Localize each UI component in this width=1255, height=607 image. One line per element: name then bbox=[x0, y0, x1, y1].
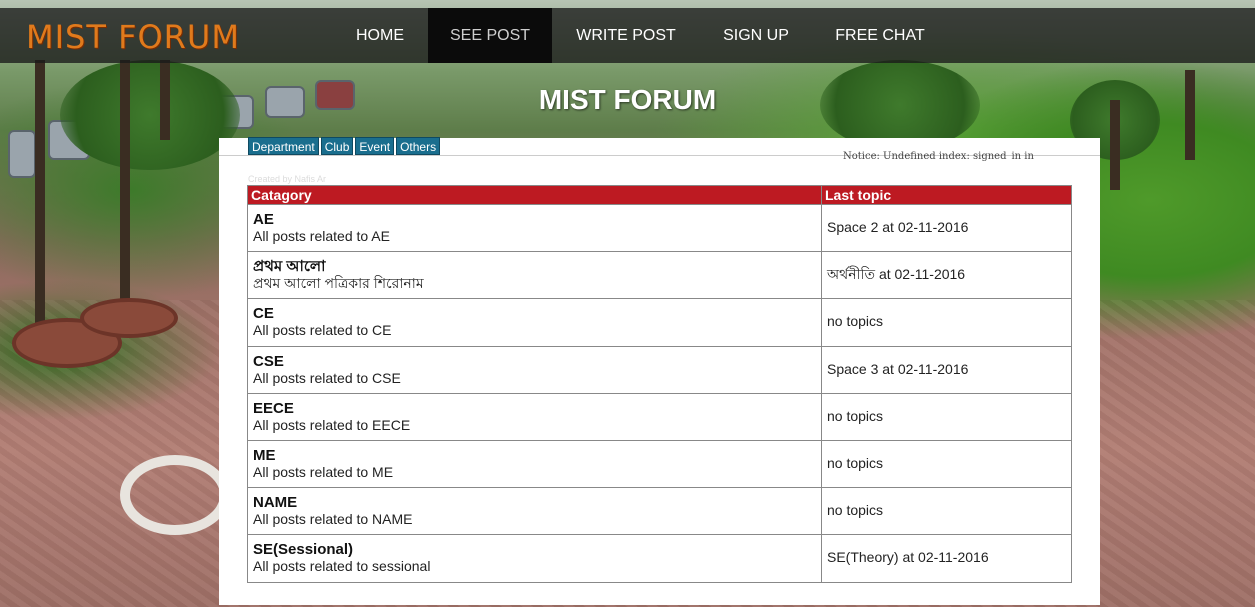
category-link[interactable]: EECE bbox=[253, 400, 816, 417]
category-tabs: Department Club Event Others bbox=[248, 137, 441, 155]
last-topic-cell: no topics bbox=[821, 439, 1072, 489]
background-planter bbox=[80, 298, 178, 338]
category-link[interactable]: NAME bbox=[253, 494, 816, 511]
category-cell: CE All posts related to CE bbox=[247, 298, 822, 347]
table-row: NAME All posts related to NAME no topics bbox=[247, 487, 1072, 536]
category-cell: NAME All posts related to NAME bbox=[247, 487, 822, 536]
table-row: CSE All posts related to CSE Space 3 at … bbox=[247, 345, 1072, 394]
nav-write-post[interactable]: WRITE POST bbox=[562, 8, 690, 63]
nav-home[interactable]: HOME bbox=[340, 8, 420, 63]
header-category: Catagory bbox=[247, 185, 822, 205]
tab-event[interactable]: Event bbox=[355, 137, 395, 155]
table-row: প্রথম আলো প্রথম আলো পত্রিকার শিরোনাম অর্… bbox=[247, 251, 1072, 300]
table-row: EECE All posts related to EECE no topics bbox=[247, 392, 1072, 441]
category-table: Catagory Last topic AE All posts related… bbox=[247, 185, 1072, 583]
last-topic-link[interactable]: Space 3 at 02-11-2016 bbox=[827, 361, 968, 377]
last-topic-cell: SE(Theory) at 02-11-2016 bbox=[821, 534, 1072, 583]
hero-title: MIST FORUM bbox=[538, 84, 717, 115]
category-description: প্রথম আলো পত্রিকার শিরোনাম bbox=[253, 275, 424, 292]
category-description: All posts related to AE bbox=[253, 228, 390, 245]
category-cell: SE(Sessional) All posts related to sessi… bbox=[247, 534, 822, 583]
last-topic-cell: no topics bbox=[821, 487, 1072, 536]
last-topic-cell: no topics bbox=[821, 298, 1072, 347]
table-row: SE(Sessional) All posts related to sessi… bbox=[247, 534, 1072, 583]
forum-panel: Department Club Event Others Notice: Und… bbox=[219, 137, 1100, 605]
last-topic-link[interactable]: SE(Theory) at 02-11-2016 bbox=[827, 549, 989, 565]
top-navbar: MIST FORUM HOME SEE POST WRITE POST SIGN… bbox=[0, 8, 1255, 63]
table-row: ME All posts related to ME no topics bbox=[247, 439, 1072, 489]
last-topic-cell: অর্থনীতি at 02-11-2016 bbox=[821, 251, 1072, 300]
category-description: All posts related to ME bbox=[253, 464, 394, 481]
category-link[interactable]: CE bbox=[253, 305, 816, 322]
category-description: All posts related to EECE bbox=[253, 416, 411, 433]
last-topic-cell: Space 2 at 02-11-2016 bbox=[821, 203, 1072, 253]
background-ground-marking bbox=[120, 455, 230, 535]
php-notice: Notice: Undefined index: signed_in in bbox=[843, 151, 1034, 161]
header-last-topic: Last topic bbox=[821, 185, 1072, 205]
last-topic-text: no topics bbox=[827, 313, 884, 330]
category-link[interactable]: প্রথম আলো bbox=[253, 258, 816, 275]
last-topic-link[interactable]: অর্থনীতি at 02-11-2016 bbox=[827, 266, 965, 282]
tab-department[interactable]: Department bbox=[248, 137, 319, 155]
last-topic-text: no topics bbox=[827, 407, 884, 424]
table-row: CE All posts related to CE no topics bbox=[247, 298, 1072, 347]
category-link[interactable]: SE(Sessional) bbox=[253, 541, 816, 558]
last-topic-cell: no topics bbox=[821, 392, 1072, 441]
tab-club[interactable]: Club bbox=[320, 137, 354, 155]
category-cell: ME All posts related to ME bbox=[247, 439, 822, 489]
table-row: AE All posts related to AE Space 2 at 02… bbox=[247, 203, 1072, 253]
background-car bbox=[8, 130, 36, 178]
category-link[interactable]: CSE bbox=[253, 353, 816, 370]
category-cell: EECE All posts related to EECE bbox=[247, 392, 822, 441]
nav-see-post[interactable]: SEE POST bbox=[428, 8, 552, 63]
site-logo[interactable]: MIST FORUM bbox=[26, 18, 240, 56]
category-link[interactable]: ME bbox=[253, 447, 816, 464]
category-cell: প্রথম আলো প্রথম আলো পত্রিকার শিরোনাম bbox=[247, 251, 822, 300]
category-description: All posts related to NAME bbox=[253, 511, 413, 528]
faint-credit-text: Created by Nafis Ar bbox=[248, 174, 327, 184]
category-description: All posts related to sessional bbox=[253, 558, 431, 575]
category-cell: CSE All posts related to CSE bbox=[247, 345, 822, 394]
category-cell: AE All posts related to AE bbox=[247, 203, 822, 253]
last-topic-link[interactable]: Space 2 at 02-11-2016 bbox=[827, 219, 968, 235]
category-description: All posts related to CSE bbox=[253, 369, 401, 386]
nav-free-chat[interactable]: FREE CHAT bbox=[820, 8, 940, 63]
category-description: All posts related to CE bbox=[253, 322, 392, 339]
tab-others[interactable]: Others bbox=[396, 137, 441, 155]
category-link[interactable]: AE bbox=[253, 211, 816, 228]
nav-sign-up[interactable]: SIGN UP bbox=[708, 8, 804, 63]
last-topic-cell: Space 3 at 02-11-2016 bbox=[821, 345, 1072, 394]
last-topic-text: no topics bbox=[827, 455, 884, 472]
last-topic-text: no topics bbox=[827, 502, 884, 519]
table-header-row: Catagory Last topic bbox=[247, 185, 1072, 205]
